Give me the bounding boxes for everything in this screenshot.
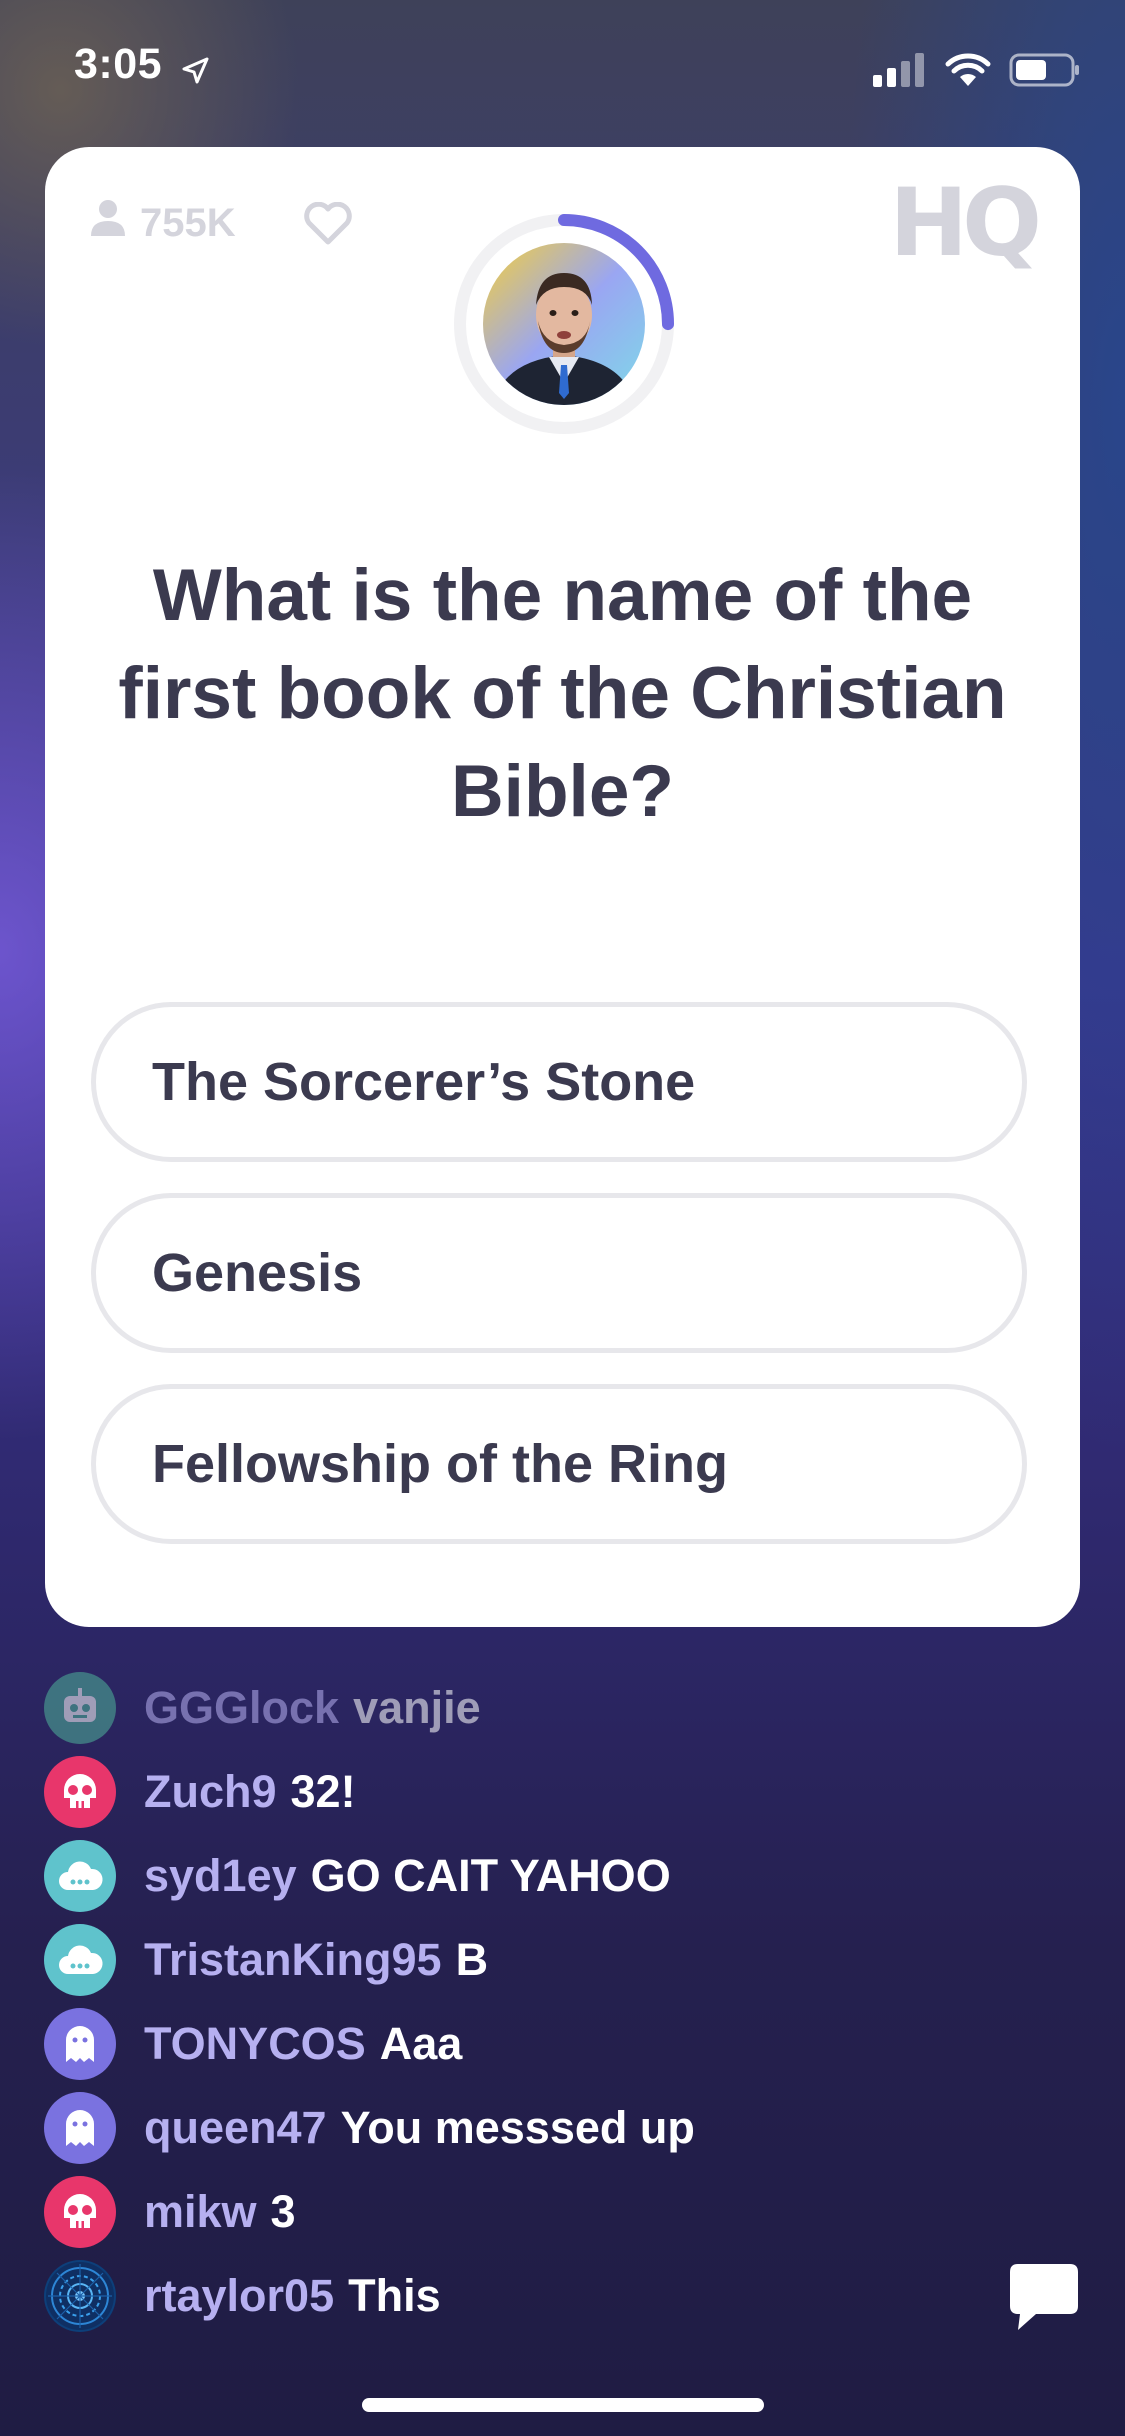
- answer-option-3[interactable]: Fellowship of the Ring: [91, 1384, 1027, 1544]
- chat-username: queen47: [144, 2102, 327, 2153]
- chat-bubble-icon[interactable]: [1008, 2262, 1080, 2337]
- question-card: 755K HQ What is the name of the first bo…: [45, 147, 1080, 1627]
- player-count-label: 755K: [140, 200, 236, 245]
- chat-text: GO CAIT YAHOO: [310, 1850, 671, 1901]
- skull-icon: [44, 1756, 116, 1828]
- countdown-timer: [453, 213, 675, 435]
- chat-text: This: [348, 2270, 441, 2321]
- chat-message: syd1ey GO CAIT YAHOO: [44, 1834, 944, 1918]
- heart-icon[interactable]: [303, 201, 353, 251]
- chat-username: rtaylor05: [144, 2270, 335, 2321]
- chat-message: TristanKing95 B: [44, 1918, 944, 2002]
- player-count: 755K: [90, 199, 236, 247]
- wifi-icon: [945, 53, 991, 92]
- cellular-signal-icon: [873, 53, 927, 92]
- user-icon: [90, 199, 126, 247]
- chat-message: mikw 3: [44, 2170, 944, 2254]
- chat-username: TristanKing95: [144, 1934, 442, 1985]
- chat-username: Zuch9: [144, 1766, 277, 1817]
- battery-icon: [1009, 52, 1081, 93]
- chat-message: queen47 You messsed up: [44, 2086, 944, 2170]
- status-time: 3:05: [74, 40, 163, 88]
- chat-text: 3: [270, 2186, 296, 2237]
- cloud-icon: [44, 1840, 116, 1912]
- chat-message: rtaylor05 This: [44, 2254, 944, 2338]
- chat-text: You messsed up: [340, 2102, 695, 2153]
- location-arrow-icon: [180, 56, 210, 91]
- chat-message: GGGlock vanjie: [44, 1666, 944, 1750]
- chat-text: 32!: [290, 1766, 356, 1817]
- chat-text: B: [455, 1934, 489, 1985]
- chat-username: TONYCOS: [144, 2018, 366, 2069]
- ghost-icon: [44, 2008, 116, 2080]
- question-text: What is the name of the first book of th…: [118, 555, 1007, 832]
- chat-username: mikw: [144, 2186, 257, 2237]
- answer-option-2[interactable]: Genesis: [91, 1193, 1027, 1353]
- host-avatar: [483, 243, 645, 405]
- chat-text: vanjie: [353, 1682, 481, 1733]
- chat-message: TONYCOS Aaa: [44, 2002, 944, 2086]
- skull-icon: [44, 2176, 116, 2248]
- chat-message: Zuch9 32!: [44, 1750, 944, 1834]
- ghost-icon: [44, 2092, 116, 2164]
- answer-option-1[interactable]: The Sorcerer’s Stone: [91, 1002, 1027, 1162]
- chat-feed: GGGlock vanjie Zuch9 32! syd1ey GO CAIT …: [44, 1666, 944, 2338]
- chat-username: syd1ey: [144, 1850, 297, 1901]
- robot-icon: [44, 1672, 116, 1744]
- home-indicator[interactable]: [362, 2398, 764, 2412]
- mandala-avatar: [44, 2260, 116, 2332]
- chat-username: GGGlock: [144, 1682, 340, 1733]
- hq-logo: HQ: [889, 169, 1042, 278]
- chat-text: Aaa: [379, 2018, 463, 2069]
- cloud-icon: [44, 1924, 116, 1996]
